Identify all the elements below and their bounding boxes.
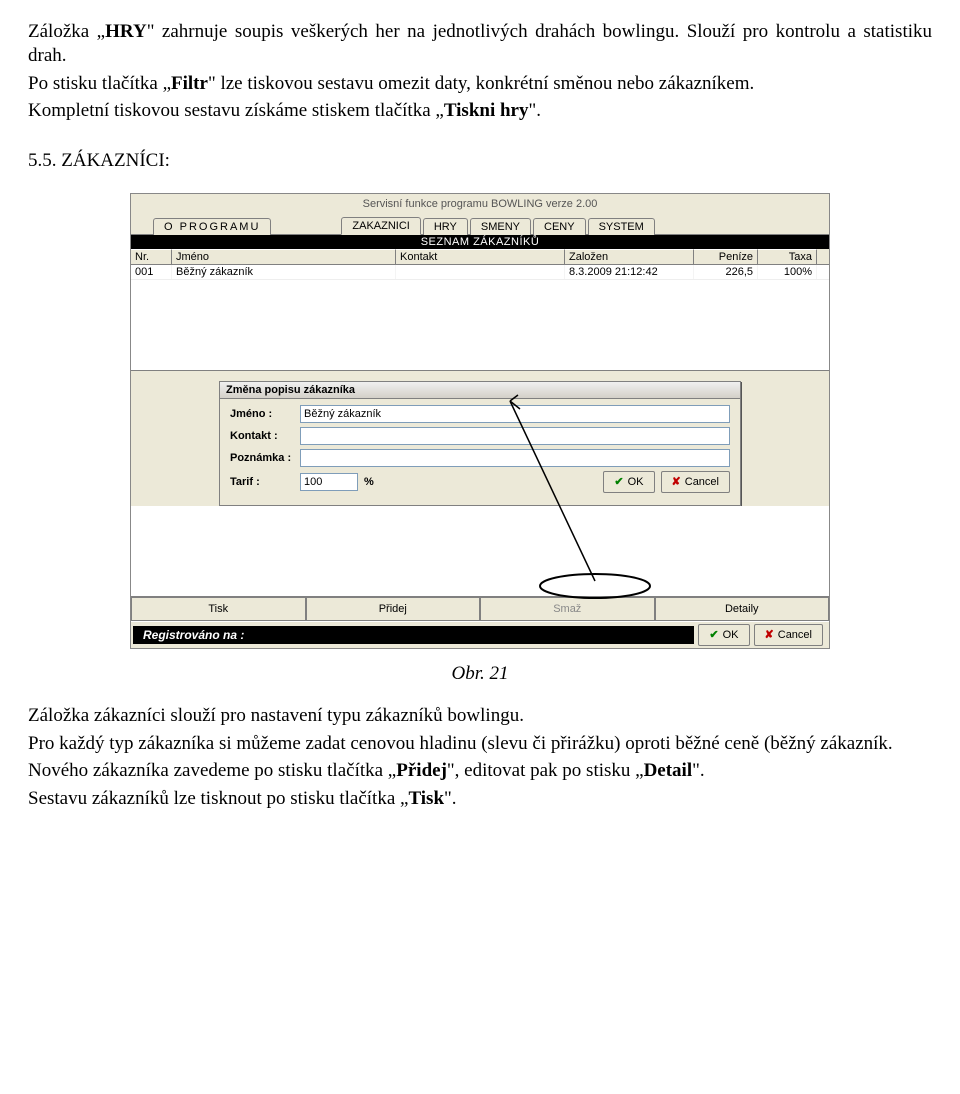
paragraph-7: Sestavu zákazníků lze tisknout po stisku… — [28, 787, 932, 811]
x-icon: ✘ — [765, 628, 774, 641]
table-header: Nr. Jméno Kontakt Založen Peníze Taxa — [131, 249, 829, 265]
tab-smeny[interactable]: SMENY — [470, 218, 531, 235]
label-jmeno: Jméno : — [230, 408, 300, 420]
x-icon: ✘ — [672, 475, 681, 488]
paragraph-5: Pro každý typ zákazníka si můžeme zadat … — [28, 732, 932, 756]
cell-kontakt — [396, 265, 565, 279]
dialog-title: Změna popisu zákazníka — [220, 382, 740, 399]
tab-system[interactable]: SYSTEM — [588, 218, 655, 235]
list-whitespace-2 — [131, 506, 829, 596]
button-label: Cancel — [778, 629, 812, 641]
text-bold: Tiskni hry — [444, 100, 529, 121]
text: ". — [692, 760, 705, 781]
text-bold: HRY — [105, 21, 147, 42]
dialog-cancel-button[interactable]: ✘ Cancel — [661, 471, 730, 493]
smaz-button[interactable]: Smaž — [480, 597, 655, 621]
text: Nového zákazníka zavedeme po stisku tlač… — [28, 760, 396, 781]
col-penize[interactable]: Peníze — [694, 249, 758, 264]
paragraph-2: Po stisku tlačítka „Filtr" lze tiskovou … — [28, 72, 932, 96]
dialog-ok-button[interactable]: ✔ OK — [603, 471, 654, 493]
tab-hry[interactable]: HRY — [423, 218, 468, 235]
check-icon: ✔ — [614, 475, 623, 488]
cell-nr: 001 — [131, 265, 172, 279]
text: ". — [444, 788, 457, 809]
text: " lze tiskovou sestavu omezit daty, konk… — [208, 73, 754, 94]
input-tarif[interactable] — [300, 473, 358, 491]
input-kontakt[interactable] — [300, 427, 730, 445]
input-jmeno[interactable] — [300, 405, 730, 423]
cell-taxa: 100% — [758, 265, 817, 279]
table-row[interactable]: 001 Běžný zákazník 8.3.2009 21:12:42 226… — [131, 265, 829, 280]
col-zalozen[interactable]: Založen — [565, 249, 694, 264]
button-label: OK — [628, 476, 644, 488]
col-nr[interactable]: Nr. — [131, 249, 172, 264]
col-kontakt[interactable]: Kontakt — [396, 249, 565, 264]
footer-ok-button[interactable]: ✔ OK — [698, 624, 749, 646]
paragraph-4: Záložka zákazníci slouží pro nastavení t… — [28, 704, 932, 728]
footer-registered-label: Registrováno na : — [133, 626, 694, 644]
figure-wrapper: Servisní funkce programu BOWLING verze 2… — [130, 193, 830, 649]
paragraph-6: Nového zákazníka zavedeme po stisku tlač… — [28, 759, 932, 783]
text-bold: Detail — [644, 760, 693, 781]
app-window: Servisní funkce programu BOWLING verze 2… — [130, 193, 830, 649]
text: Kompletní tiskovou sestavu získáme stisk… — [28, 100, 444, 121]
text: Záložka „ — [28, 21, 105, 42]
input-poznamka[interactable] — [300, 449, 730, 467]
button-label: OK — [723, 629, 739, 641]
label-kontakt: Kontakt : — [230, 430, 300, 442]
cell-jmeno: Běžný zákazník — [172, 265, 396, 279]
text: ", editovat pak po stisku „ — [447, 760, 644, 781]
paragraph-3: Kompletní tiskovou sestavu získáme stisk… — [28, 99, 932, 123]
tab-o-programu[interactable]: O PROGRAMU — [153, 218, 271, 235]
tisk-button[interactable]: Tisk — [131, 597, 306, 621]
footer-bar: Registrováno na : ✔ OK ✘ Cancel — [131, 621, 829, 648]
edit-dialog: Změna popisu zákazníka Jméno : Kontakt :… — [219, 381, 741, 506]
list-whitespace — [131, 280, 829, 371]
pridej-button[interactable]: Přidej — [306, 597, 481, 621]
text: " zahrnuje soupis veškerých her na jedno… — [28, 21, 932, 66]
text-bold: Přidej — [396, 760, 447, 781]
paragraph-1: Záložka „HRY" zahrnuje soupis veškerých … — [28, 20, 932, 68]
list-title-band: SEZNAM ZÁKAZNÍKŮ — [131, 235, 829, 249]
col-taxa[interactable]: Taxa — [758, 249, 817, 264]
section-heading: 5.5. ZÁKAZNÍCI: — [28, 149, 932, 173]
text-bold: Filtr — [171, 73, 208, 94]
toolbar-bottom: Tisk Přidej Smaž Detaily — [131, 596, 829, 621]
text: ". — [528, 100, 541, 121]
label-percent: % — [364, 476, 374, 488]
label-poznamka: Poznámka : — [230, 452, 300, 464]
tab-zakaznici[interactable]: ZAKAZNICI — [341, 217, 420, 235]
text: Po stisku tlačítka „ — [28, 73, 171, 94]
tab-bar: O PROGRAMU ZAKAZNICI HRY SMENY CENY SYST… — [131, 212, 829, 235]
footer-cancel-button[interactable]: ✘ Cancel — [754, 624, 823, 646]
detaily-button[interactable]: Detaily — [655, 597, 830, 621]
figure-caption: Obr. 21 — [28, 663, 932, 685]
check-icon: ✔ — [709, 628, 718, 641]
cell-penize: 226,5 — [694, 265, 758, 279]
window-title: Servisní funkce programu BOWLING verze 2… — [131, 194, 829, 212]
text: Sestavu zákazníků lze tisknout po stisku… — [28, 788, 408, 809]
text-bold: Tisk — [408, 788, 444, 809]
cell-zalozen: 8.3.2009 21:12:42 — [565, 265, 694, 279]
col-jmeno[interactable]: Jméno — [172, 249, 396, 264]
tab-ceny[interactable]: CENY — [533, 218, 586, 235]
label-tarif: Tarif : — [230, 476, 300, 488]
button-label: Cancel — [685, 476, 719, 488]
